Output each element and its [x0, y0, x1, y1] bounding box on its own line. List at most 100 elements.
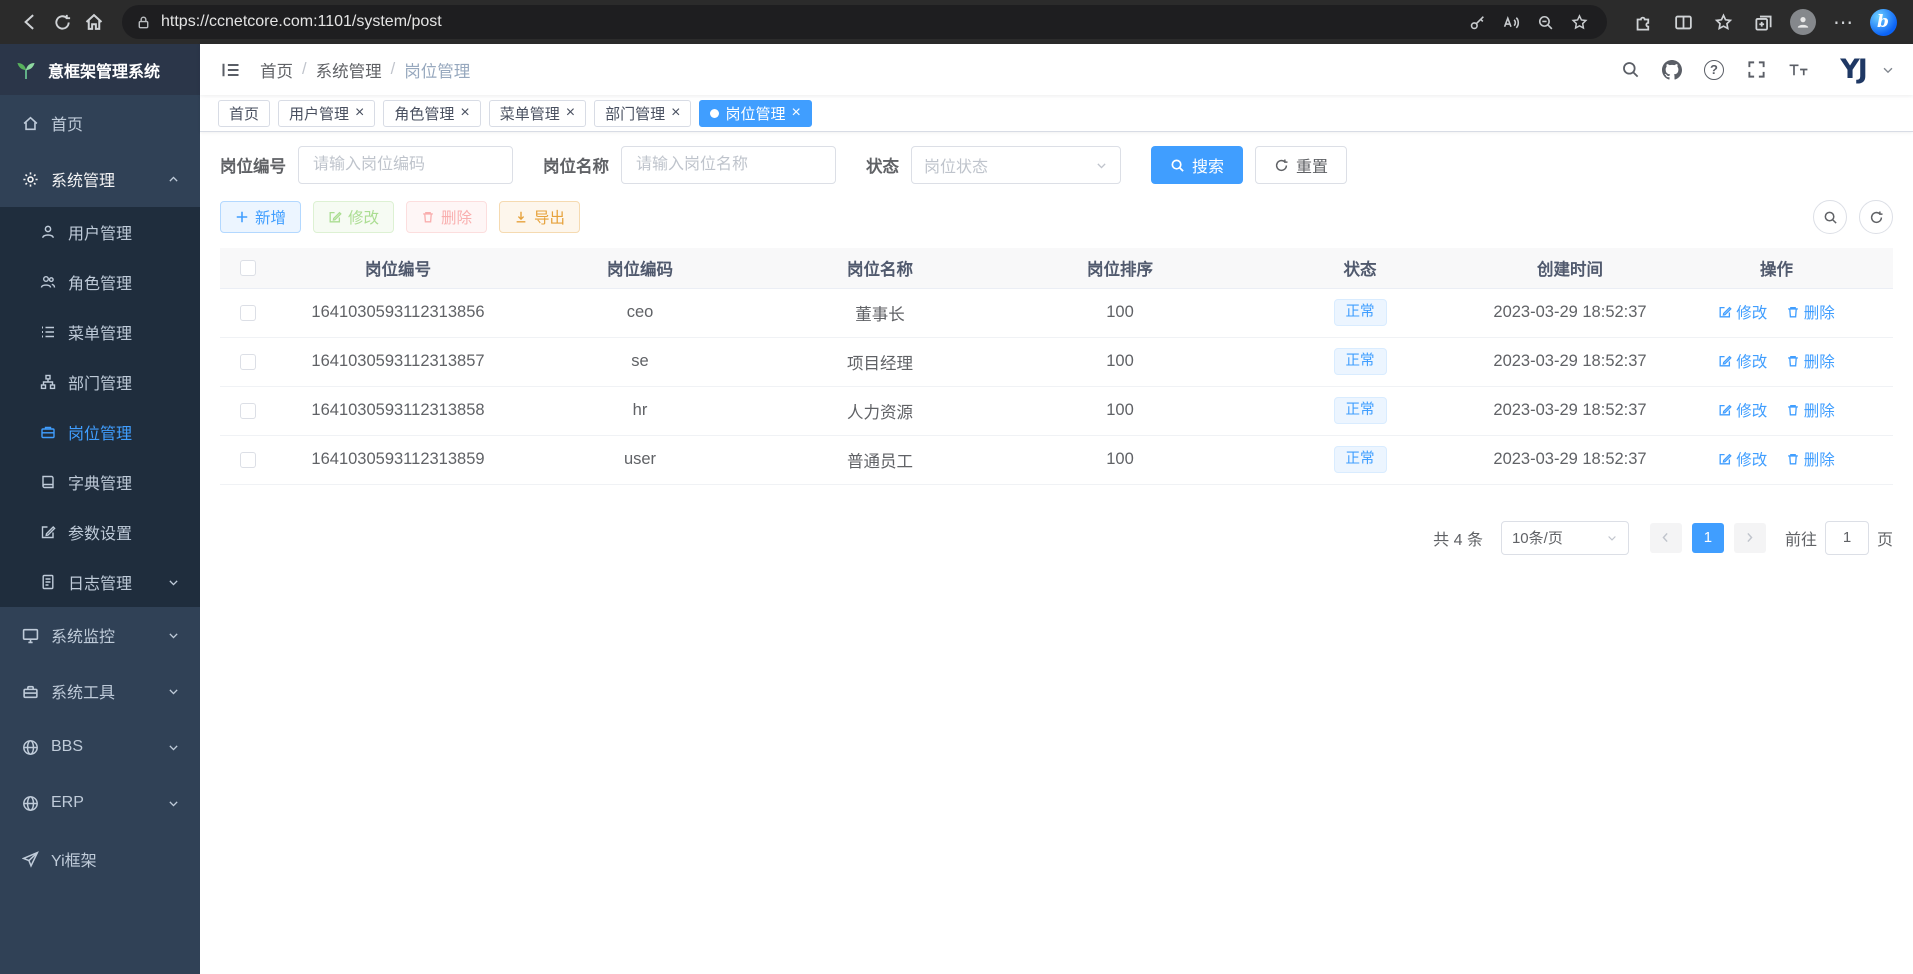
- sidebar-item-system-management[interactable]: 系统管理: [0, 151, 200, 207]
- next-page-button[interactable]: [1734, 523, 1766, 553]
- row-delete-link[interactable]: 删除: [1786, 448, 1835, 470]
- user-avatar-logo[interactable]: YJ: [1831, 48, 1875, 92]
- password-key-icon[interactable]: [1463, 8, 1491, 36]
- row-edit-link[interactable]: 修改: [1718, 350, 1767, 372]
- sidebar-item-yi-framework[interactable]: Yi框架: [0, 831, 200, 887]
- docs-question-icon[interactable]: ?: [1701, 57, 1727, 83]
- table-row[interactable]: 1641030593112313857 se 项目经理 100 正常 2023-…: [220, 337, 1893, 386]
- add-favorite-icon[interactable]: [1565, 8, 1593, 36]
- row-checkbox[interactable]: [240, 452, 256, 468]
- sidebar-item-user-management[interactable]: 用户管理: [0, 207, 200, 257]
- breadcrumb-system[interactable]: 系统管理: [316, 58, 382, 82]
- status-badge: 正常: [1334, 299, 1387, 326]
- reload-icon[interactable]: [46, 6, 78, 38]
- status-select[interactable]: 岗位状态: [911, 146, 1121, 184]
- toggle-search-button[interactable]: [1813, 200, 1847, 234]
- close-icon[interactable]: ×: [791, 105, 800, 121]
- page-content: 岗位编号 岗位名称 状态 岗位状态 搜索: [200, 132, 1913, 974]
- reset-button[interactable]: 重置: [1255, 146, 1347, 184]
- profile-avatar-icon[interactable]: [1787, 6, 1819, 38]
- filter-form: 岗位编号 岗位名称 状态 岗位状态 搜索: [220, 146, 1893, 184]
- sidebar-item-home[interactable]: 首页: [0, 95, 200, 151]
- goto-page-input[interactable]: [1825, 521, 1869, 555]
- zoom-out-icon[interactable]: [1531, 8, 1559, 36]
- tab-post-management[interactable]: 岗位管理×: [699, 100, 811, 127]
- tab-role-management[interactable]: 角色管理×: [383, 100, 480, 127]
- breadcrumb-home[interactable]: 首页: [260, 58, 293, 82]
- tab-department-management[interactable]: 部门管理×: [594, 100, 691, 127]
- sidebar-item-dictionary-management[interactable]: 字典管理: [0, 457, 200, 507]
- chevron-down-icon: [1606, 532, 1618, 544]
- current-page-button[interactable]: 1: [1692, 523, 1724, 553]
- close-icon[interactable]: ×: [460, 105, 469, 121]
- close-icon[interactable]: ×: [671, 105, 680, 121]
- page-size-select[interactable]: 10条/页: [1501, 521, 1629, 555]
- back-icon[interactable]: [14, 6, 46, 38]
- url-text[interactable]: https://ccnetcore.com:1101/system/post: [161, 13, 442, 31]
- tab-menu-management[interactable]: 菜单管理×: [489, 100, 586, 127]
- row-edit-link[interactable]: 修改: [1718, 301, 1767, 323]
- row-edit-link[interactable]: 修改: [1718, 399, 1767, 421]
- tab-home[interactable]: 首页: [218, 100, 270, 127]
- table-row[interactable]: 1641030593112313856 ceo 董事长 100 正常 2023-…: [220, 288, 1893, 337]
- table-row[interactable]: 1641030593112313859 user 普通员工 100 正常 202…: [220, 435, 1893, 484]
- post-code-input[interactable]: [298, 146, 513, 184]
- sidebar-toggle-icon[interactable]: [218, 57, 244, 83]
- logo-leaf-icon: [14, 58, 38, 82]
- select-all-checkbox[interactable]: [240, 260, 256, 276]
- extensions-icon[interactable]: [1627, 6, 1659, 38]
- delete-button[interactable]: 删除: [406, 201, 487, 233]
- sidebar-item-role-management[interactable]: 角色管理: [0, 257, 200, 307]
- edit-button[interactable]: 修改: [313, 201, 394, 233]
- edit-square-icon: [40, 524, 56, 540]
- github-icon[interactable]: [1659, 57, 1685, 83]
- address-bar[interactable]: https://ccnetcore.com:1101/system/post: [122, 5, 1607, 39]
- tab-user-management[interactable]: 用户管理×: [278, 100, 375, 127]
- collections-icon[interactable]: [1747, 6, 1779, 38]
- post-table: 岗位编号 岗位编码 岗位名称 岗位排序 状态 创建时间 操作 164103059…: [220, 248, 1893, 485]
- lock-icon[interactable]: [136, 15, 151, 30]
- avatar-dropdown-caret-icon[interactable]: [1881, 63, 1895, 77]
- close-icon[interactable]: ×: [355, 105, 364, 121]
- sidebar-item-bbs[interactable]: BBS: [0, 719, 200, 775]
- sidebar-item-system-tools[interactable]: 系统工具: [0, 663, 200, 719]
- app-logo[interactable]: 意框架管理系统: [0, 44, 200, 95]
- export-button[interactable]: 导出: [499, 201, 580, 233]
- post-name-input[interactable]: [621, 146, 836, 184]
- browser-menu-icon[interactable]: ⋯: [1827, 6, 1859, 38]
- pagination: 共 4 条 10条/页 1 前往 页: [220, 521, 1893, 555]
- font-size-icon[interactable]: [1785, 57, 1811, 83]
- favorites-bar-icon[interactable]: [1707, 6, 1739, 38]
- row-edit-link[interactable]: 修改: [1718, 448, 1767, 470]
- row-delete-link[interactable]: 删除: [1786, 350, 1835, 372]
- row-delete-link[interactable]: 删除: [1786, 301, 1835, 323]
- fullscreen-icon[interactable]: [1743, 57, 1769, 83]
- split-screen-icon[interactable]: [1667, 6, 1699, 38]
- tab-bar: 首页 用户管理× 角色管理× 菜单管理× 部门管理× 岗位管理×: [200, 95, 1913, 132]
- row-delete-link[interactable]: 删除: [1786, 399, 1835, 421]
- bing-icon[interactable]: b: [1867, 6, 1899, 38]
- sidebar-item-log-management[interactable]: 日志管理: [0, 557, 200, 607]
- table-row[interactable]: 1641030593112313858 hr 人力资源 100 正常 2023-…: [220, 386, 1893, 435]
- search-button[interactable]: 搜索: [1151, 146, 1243, 184]
- sidebar-item-erp[interactable]: ERP: [0, 775, 200, 831]
- read-aloud-icon[interactable]: [1497, 8, 1525, 36]
- close-icon[interactable]: ×: [566, 105, 575, 121]
- org-tree-icon: [40, 374, 56, 390]
- add-button[interactable]: 新增: [220, 201, 301, 233]
- sidebar-item-post-management[interactable]: 岗位管理: [0, 407, 200, 457]
- row-checkbox[interactable]: [240, 403, 256, 419]
- sidebar-item-parameter-settings[interactable]: 参数设置: [0, 507, 200, 557]
- home-icon[interactable]: [78, 6, 110, 38]
- refresh-table-button[interactable]: [1859, 200, 1893, 234]
- row-checkbox[interactable]: [240, 354, 256, 370]
- row-checkbox[interactable]: [240, 305, 256, 321]
- post-name-label: 岗位名称: [543, 153, 609, 177]
- sidebar-item-system-monitor[interactable]: 系统监控: [0, 607, 200, 663]
- sidebar-item-menu-management[interactable]: 菜单管理: [0, 307, 200, 357]
- chevron-down-icon: [1095, 159, 1108, 172]
- prev-page-button[interactable]: [1650, 523, 1682, 553]
- monitor-icon: [22, 627, 39, 644]
- sidebar-item-department-management[interactable]: 部门管理: [0, 357, 200, 407]
- header-search-icon[interactable]: [1617, 57, 1643, 83]
